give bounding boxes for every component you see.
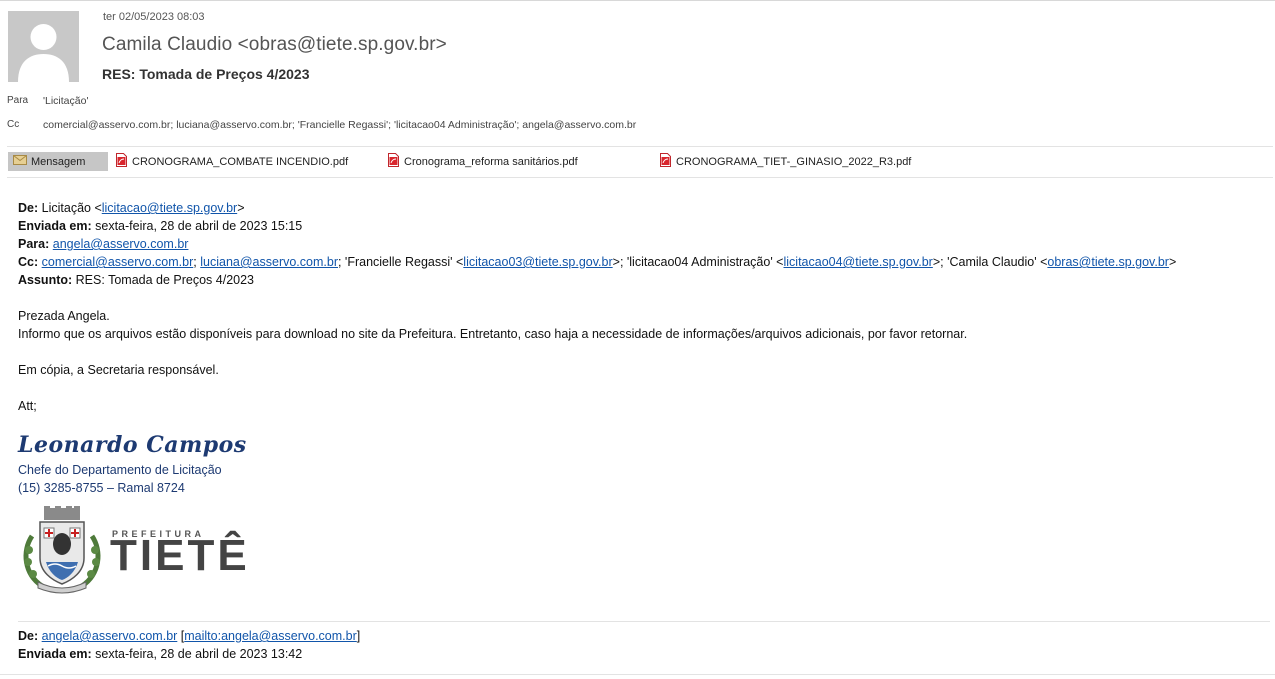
sender-avatar — [8, 11, 79, 82]
attachment-name: CRONOGRAMA_TIET-_GINASIO_2022_R3.pdf — [676, 155, 912, 168]
quote-divider — [18, 621, 1270, 622]
sent-label: Enviada em: — [18, 647, 92, 661]
mailto-link[interactable]: mailto:angela@asservo.com.br — [184, 629, 357, 643]
cc-text: >; 'Camila Claudio' < — [932, 255, 1048, 269]
top-divider — [0, 0, 1275, 3]
subject-value: RES: Tomada de Preços 4/2023 — [75, 273, 255, 287]
sent-label: Enviada em: — [18, 219, 92, 233]
from-name: Licitação < — [41, 201, 102, 215]
attachment-item[interactable]: CRONOGRAMA_COMBATE INCENDIO.pdf — [116, 153, 348, 170]
closing: Att; — [18, 399, 37, 413]
quoted-cc-line: Cc: comercial@asservo.com.br; luciana@as… — [18, 253, 1270, 271]
cc-email-link[interactable]: licitacao04@tiete.sp.gov.br — [783, 255, 932, 269]
cc-text: > — [1168, 255, 1177, 269]
cc-label: Cc — [7, 119, 20, 130]
header-divider — [7, 146, 1273, 147]
subject-label: Assunto: — [18, 273, 73, 287]
quoted-subject-line: Assunto: RES: Tomada de Preços 4/2023 — [18, 271, 1270, 289]
from-label: De: — [18, 629, 39, 643]
quoted2-sent-line: Enviada em: sexta-feira, 28 de abril de … — [18, 645, 360, 663]
cc-separator: ; — [193, 255, 197, 269]
email-subject: RES: Tomada de Preços 4/2023 — [102, 66, 310, 82]
pdf-icon — [116, 153, 127, 170]
cc-email-link[interactable]: obras@tiete.sp.gov.br — [1047, 255, 1169, 269]
quoted-sent-line: Enviada em: sexta-feira, 28 de abril de … — [18, 217, 1270, 235]
greeting: Prezada Angela. — [18, 309, 110, 323]
quoted-to-line: Para: angela@asservo.com.br — [18, 235, 1270, 253]
tabs-divider — [7, 177, 1273, 178]
sent-value: sexta-feira, 28 de abril de 2023 15:15 — [95, 219, 303, 233]
pdf-icon — [388, 153, 399, 170]
sender-name[interactable]: Camila Claudio <obras@tiete.sp.gov.br> — [102, 34, 447, 56]
attachment-name: Cronograma_reforma sanitários.pdf — [404, 155, 578, 168]
pdf-icon — [660, 153, 671, 170]
logo-big-text: TIETÊ — [110, 531, 250, 580]
envelope-icon — [13, 155, 27, 168]
cc-text: ; 'Francielle Regassi' < — [337, 255, 464, 269]
from-close: > — [237, 201, 245, 215]
sent-value: sexta-feira, 28 de abril de 2023 13:42 — [95, 647, 303, 661]
cc-recipients[interactable]: comercial@asservo.com.br; luciana@asserv… — [43, 119, 636, 131]
received-date: ter 02/05/2023 08:03 — [103, 11, 205, 23]
to-label: Para — [7, 95, 29, 106]
message-line: Informo que os arquivos estão disponívei… — [18, 327, 968, 341]
attachment-name: CRONOGRAMA_COMBATE INCENDIO.pdf — [132, 155, 349, 168]
signature-name: Leonardo Campos — [18, 432, 247, 458]
cc-email-link[interactable]: licitacao03@tiete.sp.gov.br — [463, 255, 612, 269]
from-email-link[interactable]: licitacao@tiete.sp.gov.br — [102, 201, 237, 215]
tab-message[interactable]: Mensagem — [8, 152, 108, 171]
cc-email-link[interactable]: comercial@asservo.com.br — [42, 255, 194, 269]
quoted-from-line: De: Licitação <licitacao@tiete.sp.gov.br… — [18, 199, 1270, 217]
mailto-close: ] — [356, 629, 361, 643]
to-email-link[interactable]: angela@asservo.com.br — [53, 237, 189, 251]
cc-email-link[interactable]: luciana@asservo.com.br — [200, 255, 338, 269]
to-label-quoted: Para: — [18, 237, 50, 251]
message-body: De: Licitação <licitacao@tiete.sp.gov.br… — [18, 199, 1270, 415]
attachment-bar: Mensagem CRONOGRAMA_COMBATE INCENDIO.pdf… — [7, 152, 1273, 172]
quoted2-from-line: De: angela@asservo.com.br [mailto:angela… — [18, 627, 360, 645]
cc-text: >; 'licitacao04 Administração' < — [612, 255, 784, 269]
to-recipients[interactable]: 'Licitação' — [43, 95, 88, 107]
signature-title: Chefe do Departamento de Licitação — [18, 463, 222, 477]
from-label: De: — [18, 201, 39, 215]
bottom-divider — [0, 674, 1275, 675]
message-line: Em cópia, a Secretaria responsável. — [18, 363, 219, 377]
from-email-link[interactable]: angela@asservo.com.br — [42, 629, 178, 643]
cc-label-quoted: Cc: — [18, 255, 39, 269]
quoted-message-2: De: angela@asservo.com.br [mailto:angela… — [18, 627, 360, 663]
prefeitura-logo: PREFEITURA TIETÊ — [20, 506, 250, 594]
tab-message-label: Mensagem — [31, 155, 86, 168]
person-icon — [8, 11, 79, 82]
attachment-item[interactable]: Cronograma_reforma sanitários.pdf — [388, 153, 578, 170]
attachment-item[interactable]: CRONOGRAMA_TIET-_GINASIO_2022_R3.pdf — [660, 153, 911, 170]
signature-phone: (15) 3285-8755 – Ramal 8724 — [18, 481, 185, 495]
